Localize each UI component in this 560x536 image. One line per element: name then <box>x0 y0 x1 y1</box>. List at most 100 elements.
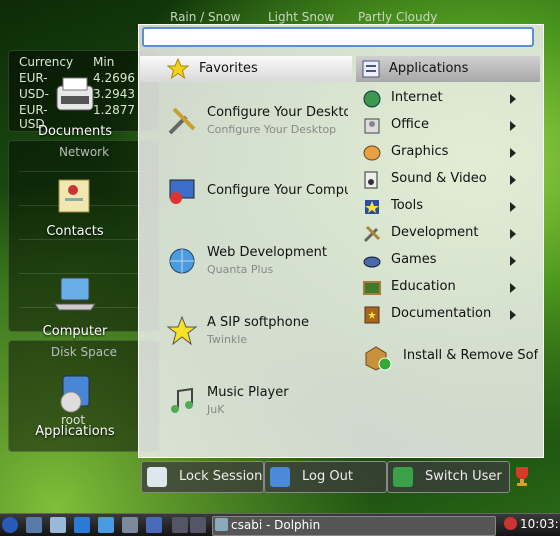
switch-user-label: Switch User <box>425 469 502 484</box>
favorite-configure-computer[interactable]: Configure Your Computer <box>166 176 348 210</box>
chevron-right-icon <box>510 202 516 212</box>
desktop-icon-label: Applications <box>35 424 115 439</box>
monitor-icon <box>169 179 195 204</box>
favorite-web-development[interactable]: Web Development Quanta Plus <box>166 245 348 279</box>
install-remove-software[interactable]: Install & Remove Software <box>362 343 538 371</box>
applications-header[interactable]: Applications <box>356 56 540 82</box>
task-dolphin[interactable]: csabi - Dolphin <box>212 516 496 536</box>
desktop-icon-computer[interactable]: Computer <box>20 272 130 339</box>
category-office[interactable]: Office <box>362 115 522 137</box>
category-label: Development <box>391 225 479 240</box>
category-label: Education <box>391 279 456 294</box>
category-education[interactable]: Education <box>362 277 522 299</box>
trophy-icon <box>516 467 528 486</box>
kde-menu-icon[interactable] <box>2 517 18 533</box>
clock[interactable]: 10:03:15 <box>504 516 560 534</box>
favorite-sip-softphone[interactable]: A SIP softphone Twinkle <box>166 315 348 349</box>
category-tools[interactable]: Tools <box>362 196 522 218</box>
pager-icon[interactable] <box>172 517 188 533</box>
favorite-subtitle: Twinkle <box>207 333 248 346</box>
log-out-label: Log Out <box>302 469 353 484</box>
favorite-title: Configure Your Desktop <box>207 105 348 120</box>
install-remove-label: Install & Remove Software <box>403 348 538 363</box>
pager-icon[interactable] <box>190 517 206 533</box>
favorite-title: Music Player <box>207 385 289 400</box>
min-header: Min <box>93 55 115 69</box>
lock-session-label: Lock Session <box>179 469 263 484</box>
favorites-header-label: Favorites <box>199 61 258 76</box>
favorite-title: Configure Your Computer <box>207 183 348 198</box>
switch-user-icon <box>393 467 413 487</box>
package-icon <box>365 346 392 371</box>
task-label: csabi - Dolphin <box>231 518 321 532</box>
office-icon <box>364 118 380 134</box>
system-icon[interactable] <box>50 517 66 533</box>
network-title: Network <box>58 145 110 159</box>
desktop-icon-label: Computer <box>42 324 108 339</box>
applications-icon <box>60 375 90 413</box>
chevron-right-icon <box>510 256 516 266</box>
category-label: Internet <box>391 90 443 105</box>
chevron-right-icon <box>510 175 516 185</box>
terminal-icon[interactable] <box>146 517 162 533</box>
favorite-music-player[interactable]: Music Player JuK <box>166 385 348 419</box>
switch-user-button[interactable]: Switch User <box>387 461 510 493</box>
favorite-subtitle: Configure Your Desktop <box>207 123 337 136</box>
chalkboard-icon <box>363 281 381 295</box>
favorite-title: Web Development <box>207 245 327 260</box>
favorite-title: A SIP softphone <box>207 315 309 330</box>
chevron-right-icon <box>510 121 516 131</box>
desktop-icon[interactable] <box>26 517 42 533</box>
lock-session-button[interactable]: Lock Session <box>141 461 264 493</box>
package-manager-icon[interactable] <box>122 517 138 533</box>
category-internet[interactable]: Internet <box>362 88 522 110</box>
star-icon <box>166 315 198 346</box>
desktop-icon-label: Documents <box>37 124 113 139</box>
desktop-icon-label: Contacts <box>46 224 104 239</box>
desktop-icon-documents[interactable]: Documents <box>20 72 130 139</box>
chevron-right-icon <box>510 229 516 239</box>
palette-icon <box>363 145 381 161</box>
desktop-icon-contacts[interactable]: Contacts <box>20 172 130 239</box>
category-label: Office <box>391 117 429 132</box>
tools-icon <box>168 107 196 135</box>
favorites-header[interactable]: Favorites <box>140 56 352 82</box>
category-label: Documentation <box>391 306 492 321</box>
category-development[interactable]: Development <box>362 223 522 245</box>
chevron-right-icon <box>510 94 516 104</box>
favorite-subtitle: Quanta Plus <box>207 263 274 276</box>
category-label: Sound & Video <box>391 171 487 186</box>
lock-icon <box>147 467 167 487</box>
taskbar: csabi - Dolphin 10:03:15 <box>0 513 560 536</box>
chevron-right-icon <box>510 283 516 293</box>
laptop-icon <box>54 277 96 311</box>
multimedia-icon <box>364 171 378 189</box>
chevron-right-icon <box>510 310 516 320</box>
home-folder-icon[interactable] <box>74 517 90 533</box>
category-games[interactable]: Games <box>362 250 522 272</box>
chevron-right-icon <box>510 148 516 158</box>
clock-label: 10:03:15 <box>520 517 560 531</box>
log-out-button[interactable]: Log Out <box>264 461 387 493</box>
gamepad-icon <box>363 256 381 268</box>
desktop-icon-applications[interactable]: Applications <box>20 372 130 439</box>
typewriter-icon <box>56 77 94 111</box>
currency-header: Currency <box>19 55 74 69</box>
browser-icon[interactable] <box>98 517 114 533</box>
tray-icon <box>504 517 517 530</box>
music-note-icon <box>171 387 193 413</box>
category-documentation[interactable]: Documentation <box>362 304 522 326</box>
contacts-icon <box>58 179 90 213</box>
category-graphics[interactable]: Graphics <box>362 142 522 164</box>
star-icon <box>167 58 189 80</box>
logout-arrow-icon <box>270 467 290 487</box>
book-icon <box>364 306 380 324</box>
category-sound-video[interactable]: Sound & Video <box>362 169 522 191</box>
dolphin-icon <box>215 518 228 531</box>
search-input[interactable] <box>142 27 534 47</box>
favorite-subtitle: JuK <box>207 403 225 416</box>
weather-item: Light Snow <box>268 10 335 24</box>
category-label: Graphics <box>391 144 449 159</box>
favorite-configure-desktop[interactable]: Configure Your Desktop Configure Your De… <box>166 105 348 139</box>
weather-item: Rain / Snow <box>170 10 241 24</box>
